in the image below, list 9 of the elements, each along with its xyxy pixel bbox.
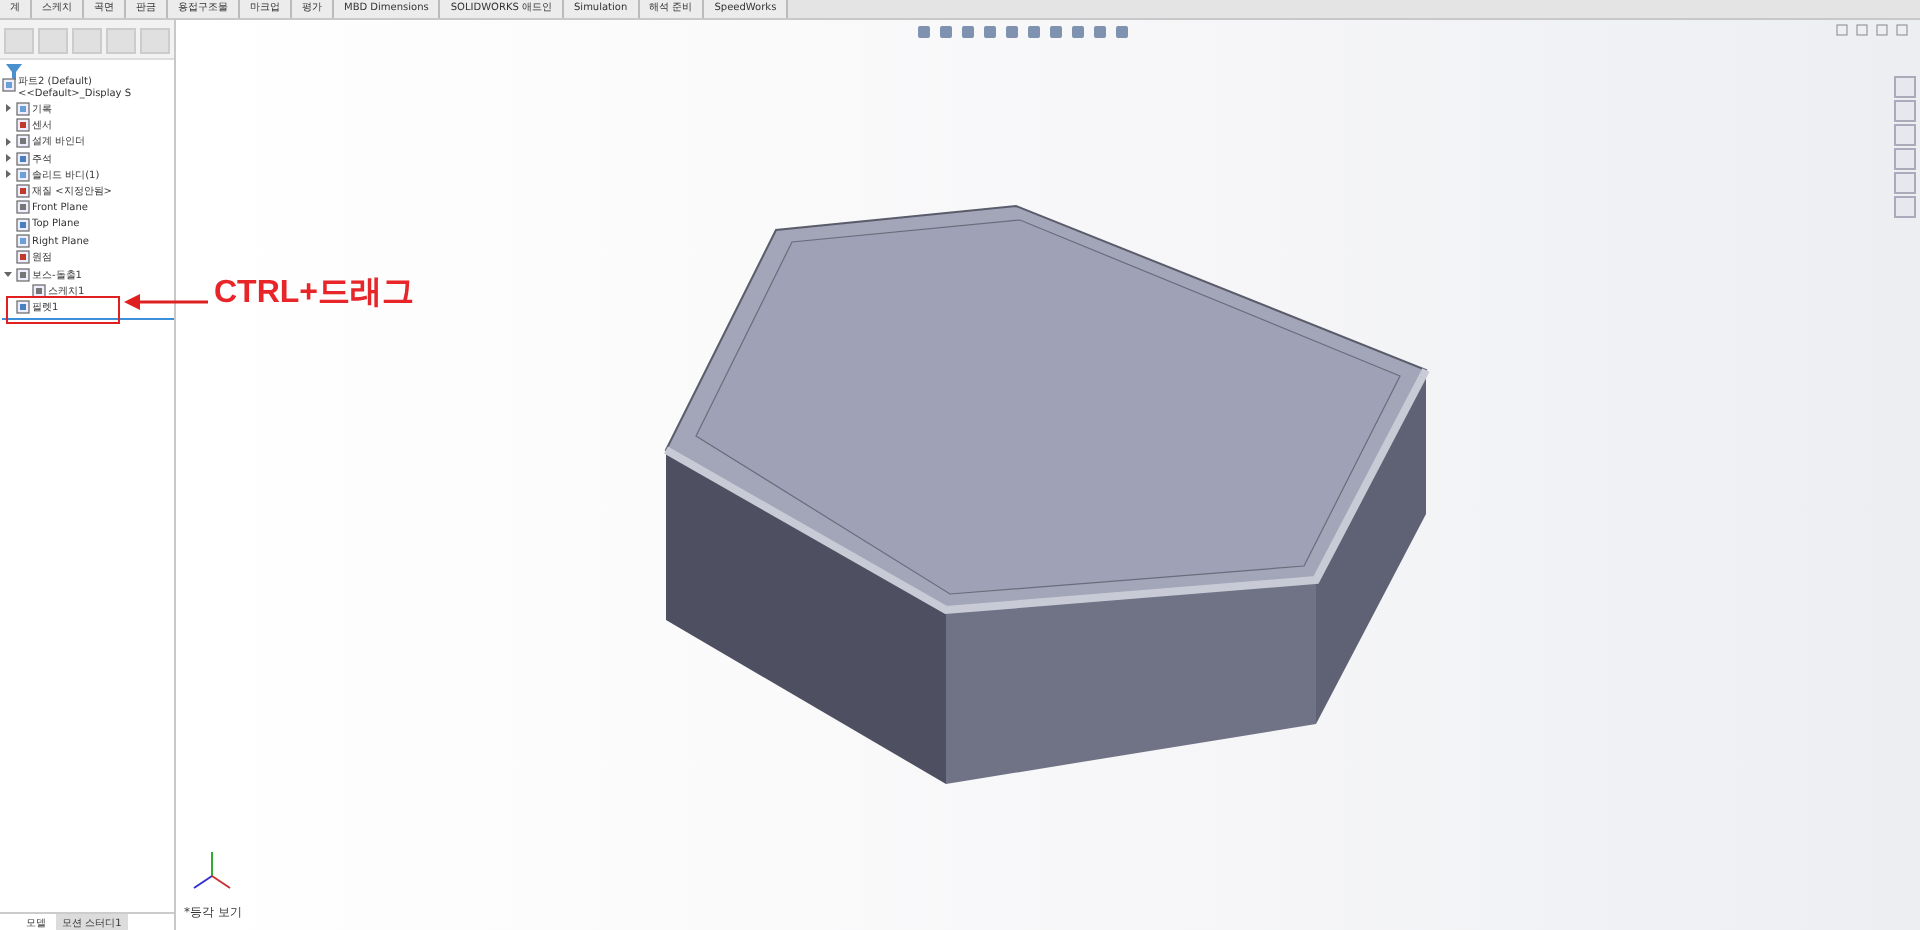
annotation-text: CTRL+드래그 (214, 274, 414, 314)
highlight-box (6, 295, 120, 323)
collapse-arrow-icon[interactable] (4, 270, 12, 279)
expand-arrow-icon[interactable] (4, 170, 12, 179)
expand-arrow-icon[interactable] (4, 137, 12, 146)
expand-arrow-icon[interactable] (4, 104, 12, 113)
expand-arrow-icon[interactable] (4, 154, 12, 163)
filter-icon[interactable] (6, 64, 22, 80)
pointer-arrow (124, 292, 208, 312)
